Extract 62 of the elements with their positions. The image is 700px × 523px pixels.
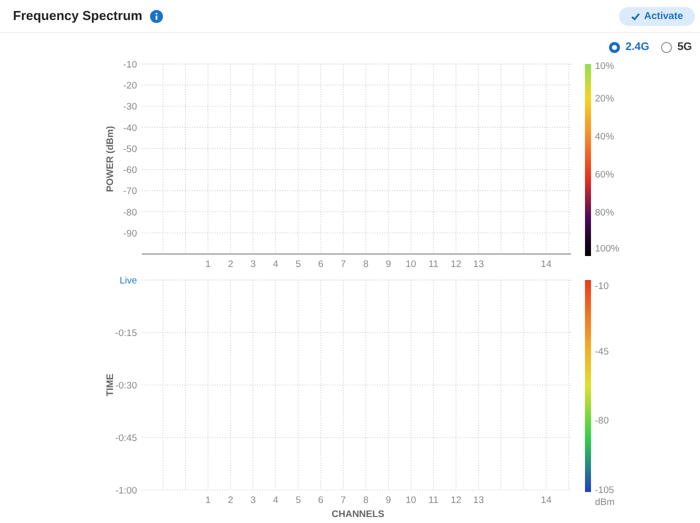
tick-label: 10 xyxy=(406,495,416,506)
tick-label: -40 xyxy=(123,122,137,134)
scale-label: -10 xyxy=(595,281,609,292)
axis-title: POWER (dBm) xyxy=(105,126,116,192)
tick-label: 8 xyxy=(363,259,368,270)
tick-label: 11 xyxy=(428,259,438,270)
tick-label: -20 xyxy=(123,80,137,92)
info-icon[interactable] xyxy=(150,10,164,22)
tick-label: 12 xyxy=(450,495,462,506)
tick-label: -10 xyxy=(123,60,137,70)
tick-label: 5 xyxy=(296,495,301,506)
tick-label: -1:00 xyxy=(115,486,137,496)
tick-label: 5 xyxy=(296,259,301,270)
tick-label: -70 xyxy=(123,186,137,198)
tick-label: 8 xyxy=(363,495,368,506)
tick-label: -0:15 xyxy=(115,328,137,339)
tick-label: -0:45 xyxy=(115,433,137,444)
scale-label: 40% xyxy=(595,131,614,142)
scale-label: 10% xyxy=(595,61,614,72)
tick-label: 13 xyxy=(473,495,484,506)
axis-title: TIME xyxy=(105,374,116,396)
tick-label: 10 xyxy=(406,259,416,270)
tick-label: 6 xyxy=(318,259,324,270)
tick-label: 7 xyxy=(340,495,346,506)
scale-label: -45 xyxy=(595,346,609,358)
tick-label: -0:30 xyxy=(115,380,137,392)
tick-label: 9 xyxy=(386,495,392,506)
scale-unit: dBm xyxy=(595,497,615,508)
scale-label: 60% xyxy=(595,169,614,180)
tick-label: 9 xyxy=(386,259,392,270)
tick-label: 3 xyxy=(250,259,256,270)
tick-label: 2 xyxy=(228,495,234,506)
scale-label: 20% xyxy=(595,93,614,104)
activate-button[interactable]: Activate xyxy=(619,6,695,26)
tick-label: 4 xyxy=(273,495,278,506)
tick-label: 1 xyxy=(205,259,211,270)
tick-label: -60 xyxy=(123,165,137,176)
tick-label: 7 xyxy=(340,259,346,270)
tick-label: 11 xyxy=(428,495,438,506)
page-title: Frequency Spectrum xyxy=(13,7,142,26)
tick-label: 4 xyxy=(273,259,278,270)
tick-label: 14 xyxy=(540,259,552,270)
scale-label: -80 xyxy=(595,416,609,427)
tick-label: -90 xyxy=(123,228,137,240)
tick-label: 3 xyxy=(250,495,256,506)
band-radio[interactable]: 2.4G xyxy=(609,39,650,55)
tick-label: 1 xyxy=(205,495,211,506)
tick-label: -50 xyxy=(123,144,137,155)
tick-label: 12 xyxy=(450,259,462,270)
axis-title: CHANNELS xyxy=(332,509,384,520)
scale-label: -105 xyxy=(595,484,614,496)
tick-label: Live xyxy=(120,276,137,286)
check-icon xyxy=(631,12,640,20)
tick-label: -30 xyxy=(123,102,137,113)
tick-label: 13 xyxy=(473,259,484,270)
tick-label: 14 xyxy=(540,495,552,506)
tick-label: 6 xyxy=(318,495,324,506)
band-radio[interactable]: 5G xyxy=(661,39,692,55)
tick-label: 2 xyxy=(228,259,234,270)
scale-label: 100% xyxy=(595,243,620,254)
tick-label: -80 xyxy=(123,207,137,218)
scale-label: 80% xyxy=(595,207,614,218)
